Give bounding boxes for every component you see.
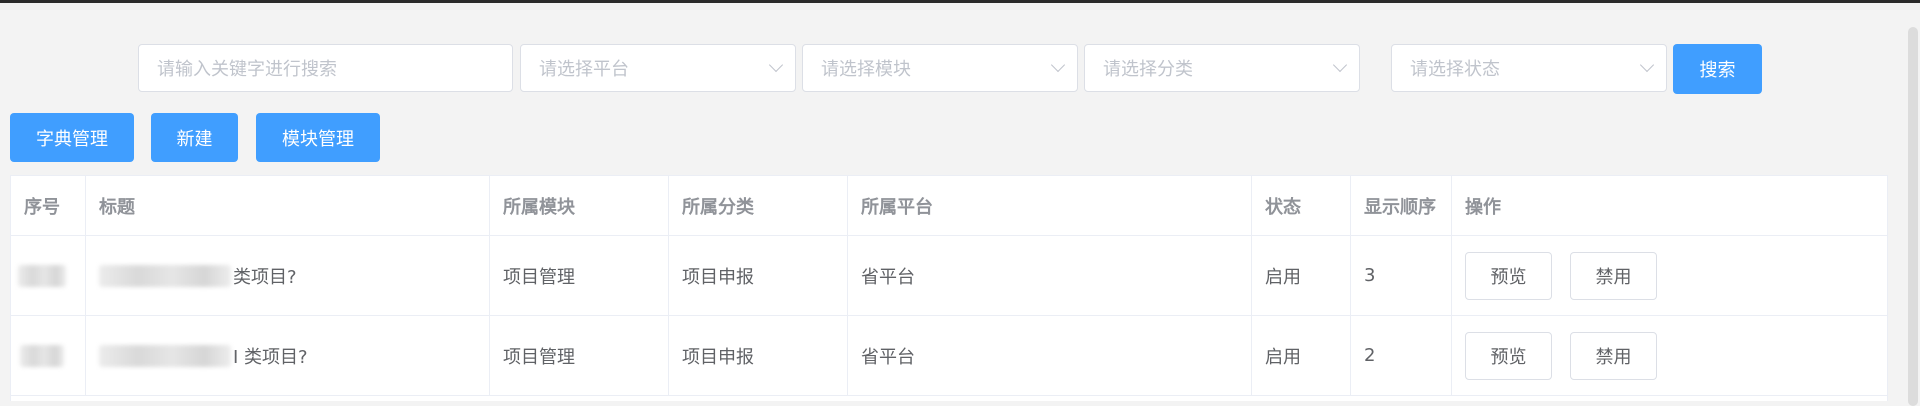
new-button[interactable]: 新建 bbox=[151, 113, 238, 162]
table-row: I 类项目? 项目管理 项目申报 省平台 启用 2 预览 禁用 bbox=[11, 316, 1887, 396]
dictionary-management-button[interactable]: 字典管理 bbox=[10, 113, 134, 162]
row-index-redacted bbox=[11, 236, 86, 315]
row-platform: 省平台 bbox=[848, 316, 1252, 395]
dictionary-management-label: 字典管理 bbox=[36, 128, 108, 150]
header-module: 所属模块 bbox=[490, 176, 669, 235]
header-order: 显示顺序 bbox=[1351, 176, 1452, 235]
search-button-label: 搜索 bbox=[1699, 60, 1736, 81]
redacted-block bbox=[99, 264, 231, 287]
scrollbar-thumb[interactable] bbox=[1908, 27, 1918, 406]
status-select[interactable]: 请选择状态 bbox=[1391, 44, 1667, 92]
module-select[interactable]: 请选择模块 bbox=[802, 44, 1078, 92]
module-placeholder: 请选择模块 bbox=[821, 59, 911, 80]
redacted-block bbox=[20, 344, 64, 367]
row-index-redacted bbox=[11, 316, 86, 395]
chevron-down-icon bbox=[1639, 57, 1655, 73]
platform-select[interactable]: 请选择平台 bbox=[520, 44, 796, 92]
row-platform: 省平台 bbox=[848, 236, 1252, 315]
category-select[interactable]: 请选择分类 bbox=[1084, 44, 1360, 92]
row-category: 项目申报 bbox=[669, 236, 848, 315]
row-order: 3 bbox=[1351, 236, 1452, 315]
header-index: 序号 bbox=[11, 176, 86, 235]
row-title-text: I 类项目? bbox=[233, 346, 308, 368]
header-operations: 操作 bbox=[1465, 196, 1501, 218]
module-management-label: 模块管理 bbox=[282, 128, 354, 150]
disable-button[interactable]: 禁用 bbox=[1570, 252, 1657, 300]
row-title: I 类项目? bbox=[86, 316, 490, 395]
top-border bbox=[0, 0, 1920, 3]
row-category: 项目申报 bbox=[669, 316, 848, 395]
status-placeholder: 请选择状态 bbox=[1410, 59, 1500, 80]
table-row: 类项目? 项目管理 项目申报 省平台 启用 3 预览 禁用 bbox=[11, 236, 1887, 316]
search-button[interactable]: 搜索 bbox=[1673, 44, 1762, 94]
preview-button[interactable]: 预览 bbox=[1465, 332, 1552, 380]
row-module: 项目管理 bbox=[490, 316, 669, 395]
header-title: 标题 bbox=[86, 176, 490, 235]
keyword-placeholder: 请输入关键字进行搜索 bbox=[157, 59, 337, 80]
preview-button-label: 预览 bbox=[1490, 347, 1527, 368]
row-module: 项目管理 bbox=[490, 236, 669, 315]
row-operations: 预览 禁用 bbox=[1452, 236, 1889, 315]
row-operations: 预览 禁用 bbox=[1452, 316, 1889, 395]
preview-button[interactable]: 预览 bbox=[1465, 252, 1552, 300]
row-status: 启用 bbox=[1252, 316, 1351, 395]
redacted-block bbox=[99, 344, 231, 367]
row-order: 2 bbox=[1351, 316, 1452, 395]
chevron-down-icon bbox=[1050, 57, 1066, 73]
preview-button-label: 预览 bbox=[1490, 267, 1527, 288]
disable-button[interactable]: 禁用 bbox=[1570, 332, 1657, 380]
row-status: 启用 bbox=[1252, 236, 1351, 315]
new-button-label: 新建 bbox=[176, 128, 213, 150]
header-category: 所属分类 bbox=[669, 176, 848, 235]
platform-placeholder: 请选择平台 bbox=[539, 59, 629, 80]
row-title: 类项目? bbox=[86, 236, 490, 315]
data-table: 序号 标题 所属模块 所属分类 所属平台 状态 显示顺序 操作 类项目? 项目管… bbox=[10, 175, 1888, 401]
redacted-block bbox=[18, 264, 66, 287]
disable-button-label: 禁用 bbox=[1595, 267, 1632, 288]
category-placeholder: 请选择分类 bbox=[1103, 59, 1193, 80]
chevron-down-icon bbox=[768, 57, 784, 73]
disable-button-label: 禁用 bbox=[1595, 347, 1632, 368]
row-title-text: 类项目? bbox=[233, 266, 297, 288]
header-platform: 所属平台 bbox=[848, 176, 1252, 235]
vertical-scrollbar[interactable] bbox=[1906, 5, 1920, 406]
table-header-row: 序号 标题 所属模块 所属分类 所属平台 状态 显示顺序 操作 bbox=[11, 175, 1887, 236]
header-status: 状态 bbox=[1252, 176, 1351, 235]
keyword-search-input[interactable]: 请输入关键字进行搜索 bbox=[138, 44, 513, 92]
chevron-down-icon bbox=[1332, 57, 1348, 73]
module-management-button[interactable]: 模块管理 bbox=[256, 113, 380, 162]
